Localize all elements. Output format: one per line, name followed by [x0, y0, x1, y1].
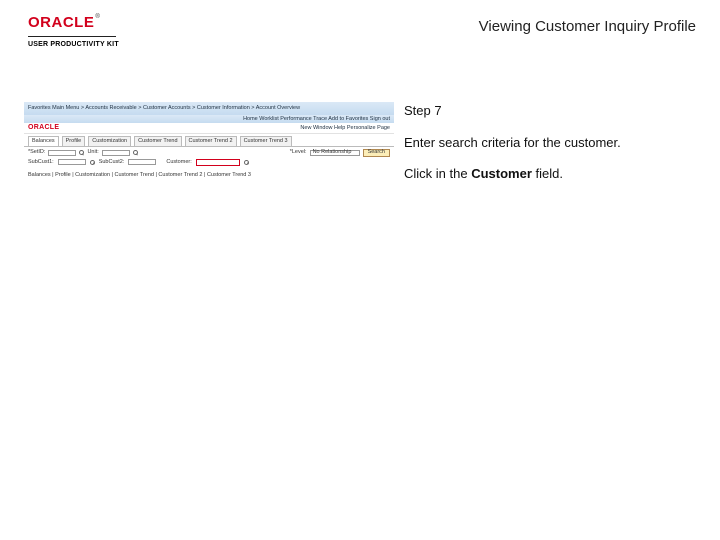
- subcust1-label: SubCust1:: [28, 159, 54, 166]
- mini-form: *SetID: Unit: *Level: No Relationship Se…: [24, 146, 394, 170]
- level-select[interactable]: No Relationship: [310, 150, 360, 156]
- tab-customer-trend-2[interactable]: Customer Trend 2: [185, 136, 237, 146]
- mini-bottom-links: Balances | Profile | Customization | Cus…: [24, 170, 394, 179]
- mini-toplinks: Home Worklist Performance Trace Add to F…: [24, 115, 394, 123]
- tab-customization[interactable]: Customization: [88, 136, 131, 146]
- search-icon[interactable]: [244, 160, 249, 165]
- breadcrumb: Favorites Main Menu > Accounts Receivabl…: [28, 105, 300, 112]
- subcust1-input[interactable]: [58, 159, 86, 165]
- mini-brandbar: ORACLE New Window Help Personalize Page: [24, 123, 394, 134]
- subcust2-input[interactable]: [128, 159, 156, 165]
- instruction-line-2: Click in the Customer field.: [404, 165, 674, 183]
- logo-divider: [28, 36, 116, 37]
- instruction-column: Step 7 Enter search criteria for the cus…: [394, 102, 674, 197]
- page-header: ORACLE® USER PRODUCTIVITY KIT Viewing Cu…: [0, 0, 720, 56]
- mini-right-links: New Window Help Personalize Page: [300, 125, 390, 132]
- embedded-screenshot: Favorites Main Menu > Accounts Receivabl…: [24, 102, 394, 178]
- step-label: Step 7: [404, 102, 674, 120]
- trademark-symbol: ®: [95, 14, 99, 20]
- setid-label: *SetID:: [28, 149, 45, 156]
- search-icon[interactable]: [90, 160, 95, 165]
- tab-customer-trend-3[interactable]: Customer Trend 3: [240, 136, 292, 146]
- customer-label: Customer:: [166, 159, 191, 166]
- oracle-logo: ORACLE®: [28, 14, 119, 32]
- brand-block: ORACLE® USER PRODUCTIVITY KIT: [28, 14, 119, 48]
- mini-tabbar: Balances Profile Customization Customer …: [24, 134, 394, 146]
- page-title: Viewing Customer Inquiry Profile: [479, 18, 696, 35]
- tab-profile[interactable]: Profile: [62, 136, 86, 146]
- form-row-2: SubCust1: SubCust2: Customer:: [28, 159, 390, 166]
- global-links: Home Worklist Performance Trace Add to F…: [243, 116, 390, 123]
- mini-navbar: Favorites Main Menu > Accounts Receivabl…: [24, 102, 394, 115]
- customer-input[interactable]: [196, 159, 240, 166]
- level-label: *Level:: [290, 149, 307, 156]
- mini-oracle-logo: ORACLE: [28, 124, 59, 132]
- unit-input[interactable]: [102, 150, 130, 156]
- unit-label: Unit:: [87, 149, 98, 156]
- tab-customer-trend[interactable]: Customer Trend: [134, 136, 181, 146]
- instruction-line-1: Enter search criteria for the customer.: [404, 134, 674, 152]
- content-row: Favorites Main Menu > Accounts Receivabl…: [0, 102, 720, 197]
- search-button[interactable]: Search: [363, 149, 390, 157]
- subcust2-label: SubCust2:: [99, 159, 125, 166]
- search-icon[interactable]: [79, 150, 84, 155]
- form-row-1: *SetID: Unit: *Level: No Relationship Se…: [28, 149, 390, 157]
- search-icon[interactable]: [133, 150, 138, 155]
- screenshot-column: Favorites Main Menu > Accounts Receivabl…: [24, 102, 394, 197]
- setid-input[interactable]: [48, 150, 76, 156]
- tab-balances[interactable]: Balances: [28, 136, 59, 146]
- subbrand-label: USER PRODUCTIVITY KIT: [28, 41, 119, 48]
